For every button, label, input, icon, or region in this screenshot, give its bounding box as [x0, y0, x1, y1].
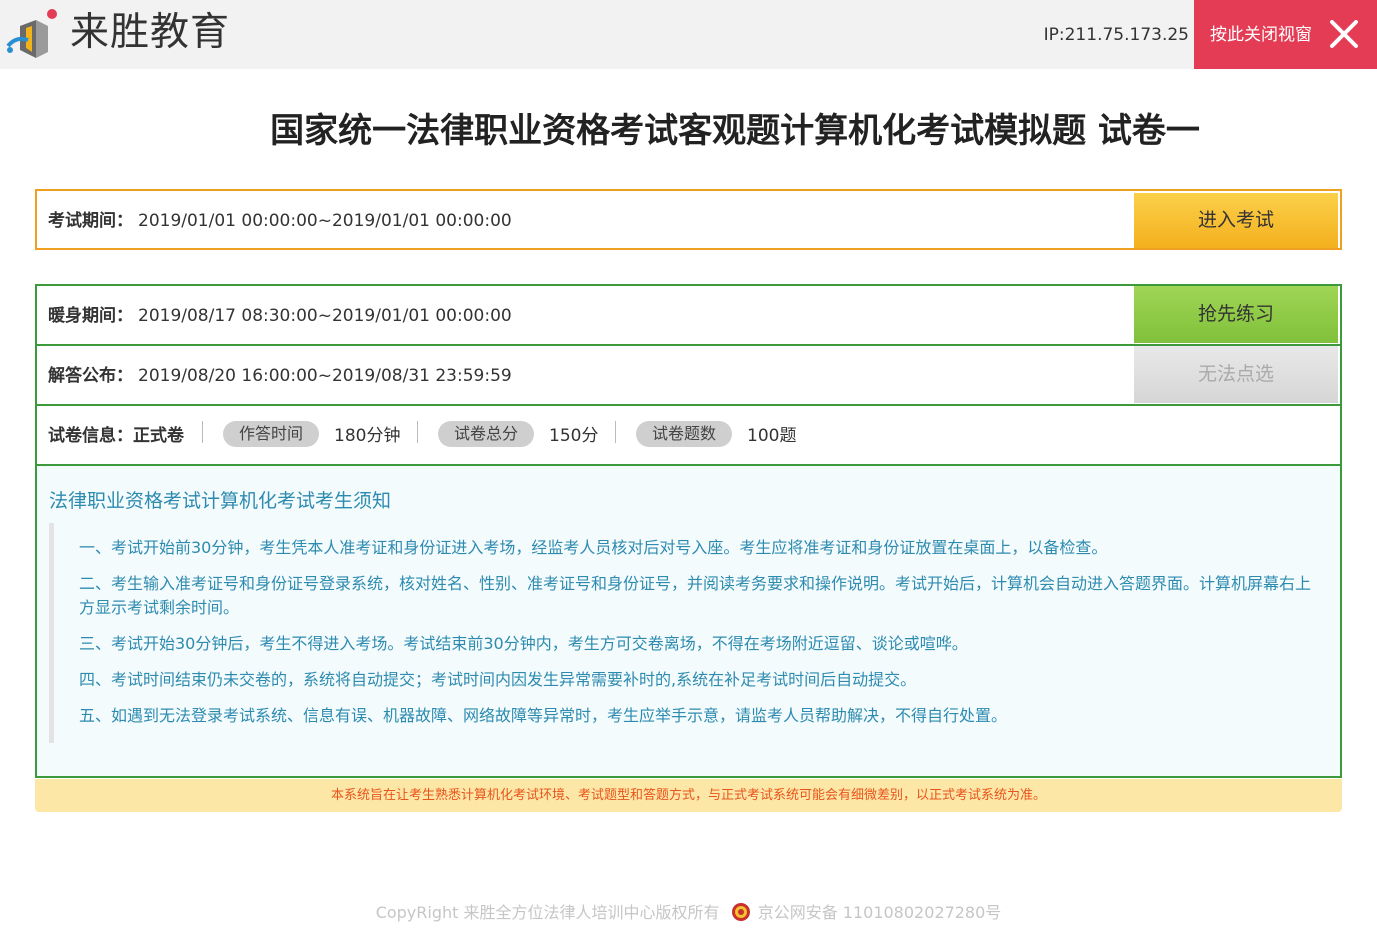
brand-name: 来胜教育 [70, 10, 231, 55]
police-badge-icon [731, 903, 750, 921]
enter-exam-button[interactable]: 进入考试 [1134, 193, 1338, 248]
notice-list: 一、考试开始前30分钟，考生凭本人准考证和身份证进入考场，经监考人员核对后对号入… [79, 536, 1319, 740]
divider [417, 421, 418, 443]
total-score-tag: 试卷总分 [438, 421, 535, 447]
exam-period-value: 2019/01/01 00:00:00~2019/01/01 00:00:00 [138, 211, 512, 231]
exam-period-row: 考试期间： 2019/01/01 00:00:00~2019/01/01 00:… [35, 189, 1342, 250]
practice-button[interactable]: 抢先练习 [1134, 286, 1338, 343]
ip-address: IP:211.75.173.25 [1043, 25, 1189, 45]
top-bar: 来胜教育 IP:211.75.173.25 按此关闭视窗 [0, 0, 1377, 69]
answer-publish-label: 解答公布： [48, 366, 133, 386]
page-title: 国家统一法律职业资格考试客观题计算机化考试模拟题 试卷一 [270, 111, 1200, 151]
notice-item: 二、考生输入准考证号和身份证号登录系统，核对姓名、性别、准考证号和身份证号，并阅… [79, 574, 1312, 617]
warmup-period-value: 2019/08/17 08:30:00~2019/01/01 00:00:00 [138, 306, 512, 326]
divider [202, 421, 203, 443]
close-window-label: 按此关闭视窗 [1210, 25, 1312, 45]
close-window-button[interactable]: 按此关闭视窗 [1194, 0, 1377, 69]
disclaimer-banner: 本系统旨在让考生熟悉计算机化考试环境、考试题型和答题方式，与正式考试系统可能会有… [35, 779, 1342, 812]
total-score-value: 150分 [549, 426, 599, 446]
warmup-period-label: 暖身期间： [48, 306, 133, 326]
exam-period-label: 考试期间： [48, 211, 133, 231]
close-icon [1330, 20, 1358, 48]
paper-info-row: 试卷信息：正式卷 作答时间 180分钟 试卷总分 150分 试卷题数 100题 [37, 406, 1340, 466]
notice-title: 法律职业资格考试计算机化考试考生须知 [49, 490, 392, 512]
notice-item: 一、考试开始前30分钟，考生凭本人准考证和身份证进入考场，经监考人员核对后对号入… [79, 538, 1108, 557]
unavailable-button: 无法点选 [1134, 346, 1338, 403]
answer-time-value: 180分钟 [334, 426, 401, 446]
copyright-text: CopyRight 来胜全方位法律人培训中心版权所有 [375, 903, 720, 922]
divider [615, 421, 616, 443]
footer: CopyRight 来胜全方位法律人培训中心版权所有 京公网安备 1101080… [0, 902, 1377, 924]
warmup-period-row: 暖身期间： 2019/08/17 08:30:00~2019/01/01 00:… [37, 286, 1340, 346]
candidate-notice: 法律职业资格考试计算机化考试考生须知 一、考试开始前30分钟，考生凭本人准考证和… [37, 466, 1340, 776]
question-count-value: 100题 [747, 426, 797, 446]
exam-detail-panel: 暖身期间： 2019/08/17 08:30:00~2019/01/01 00:… [35, 284, 1342, 778]
notice-item: 五、如遇到无法登录考试系统、信息有误、机器故障、网络故障等异常时，考生应举手示意… [79, 706, 1008, 725]
notice-item: 四、考试时间结束仍未交卷的，系统将自动提交；考试时间内因发生异常需要补时的,系统… [79, 670, 917, 689]
answer-publish-value: 2019/08/20 16:00:00~2019/08/31 23:59:59 [138, 366, 512, 386]
brand-logo-icon [6, 9, 57, 58]
answer-time-tag: 作答时间 [223, 421, 320, 447]
beian-link[interactable]: 京公网安备 11010802027280号 [758, 903, 1002, 922]
paper-info-label: 试卷信息：正式卷 [48, 426, 184, 446]
notice-item: 三、考试开始30分钟后，考生不得进入考场。考试结束前30分钟内，考生方可交卷离场… [79, 634, 968, 653]
notice-quote-bar [49, 523, 54, 743]
answer-publish-row: 解答公布： 2019/08/20 16:00:00~2019/08/31 23:… [37, 346, 1340, 406]
question-count-tag: 试卷题数 [636, 421, 733, 447]
